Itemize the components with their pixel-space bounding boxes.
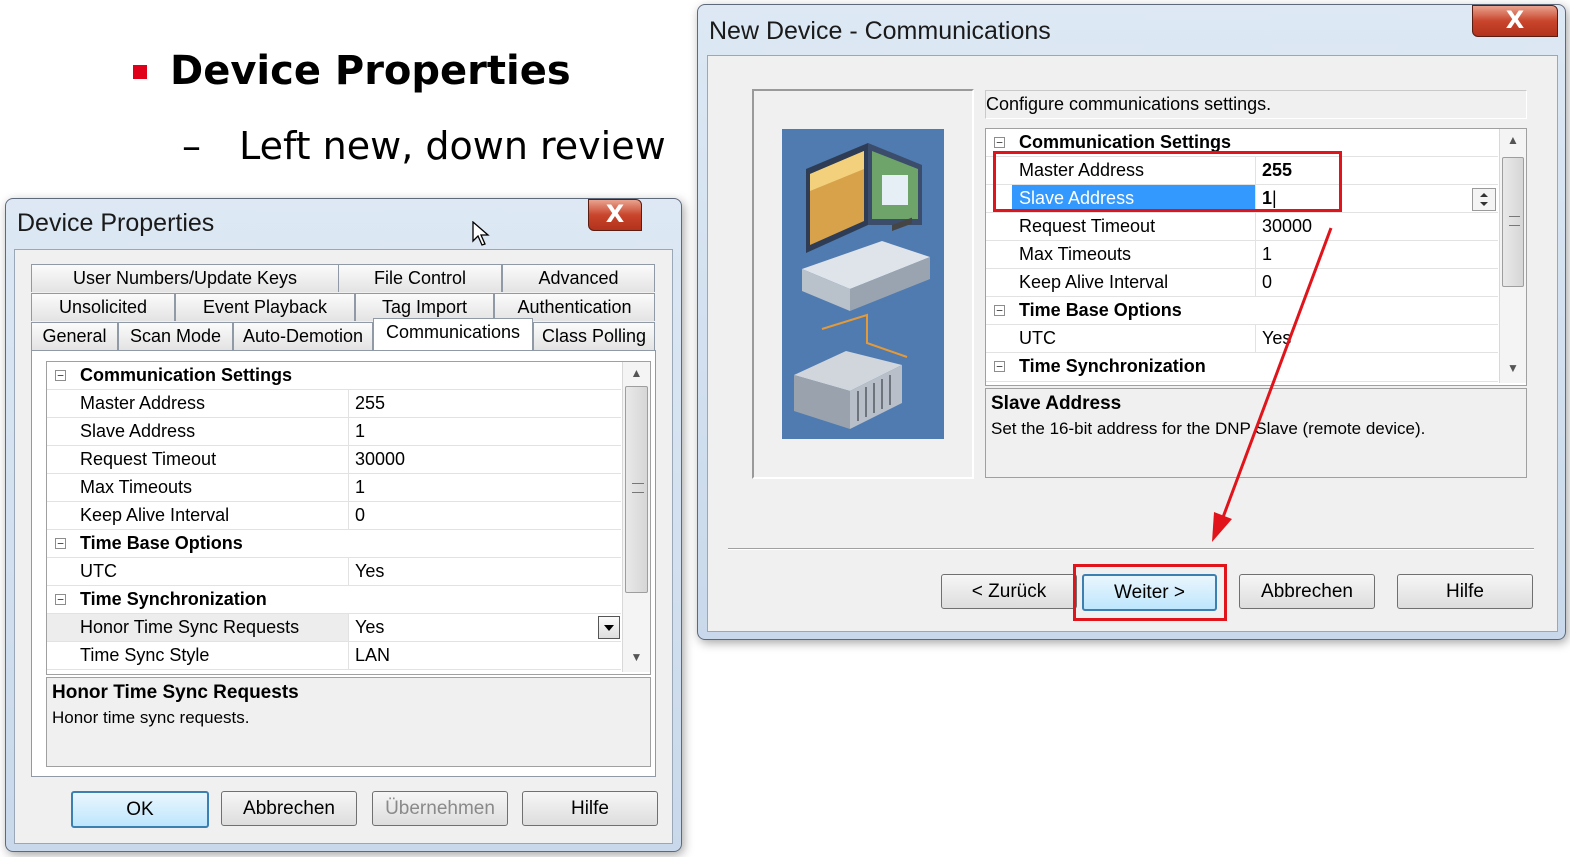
tab-communications[interactable]: Communications (373, 318, 533, 350)
annotation-arrow-icon (1212, 227, 1333, 542)
